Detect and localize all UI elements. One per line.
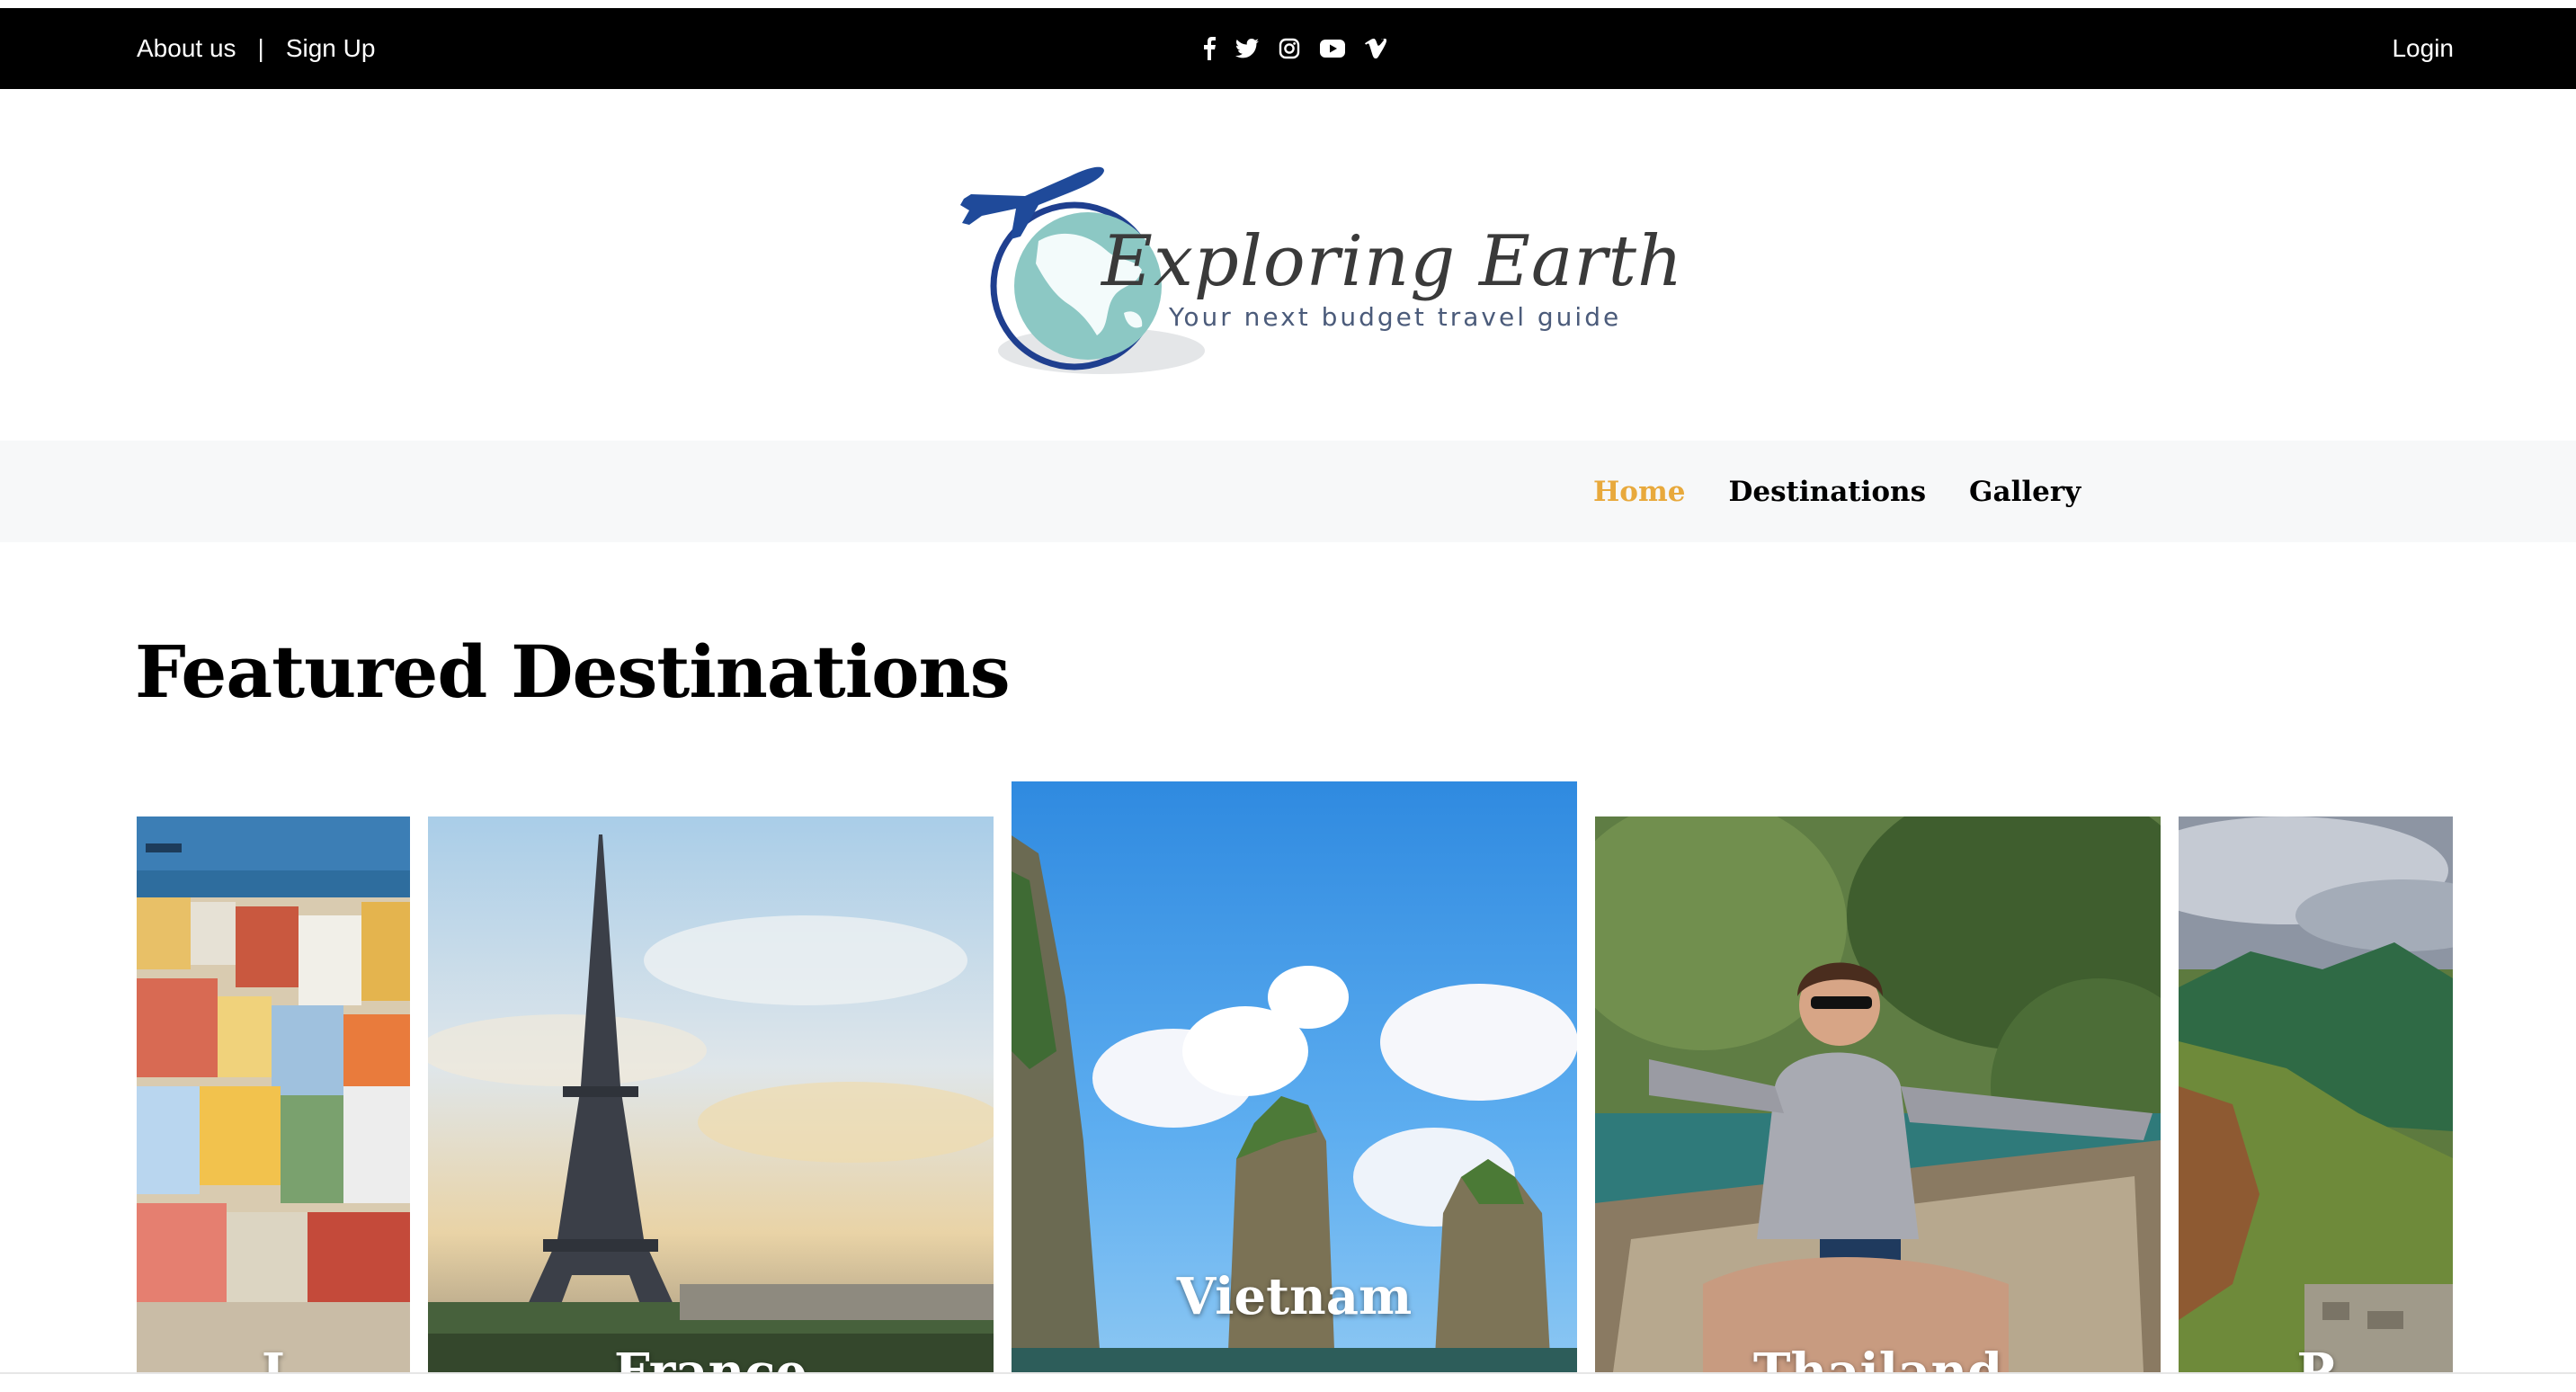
nav-item-destinations: Destinations [1729, 476, 1927, 508]
destination-label-5: P [2296, 1343, 2335, 1372]
destination-image [1595, 816, 2161, 1372]
top-bar: About us | Sign Up Login [0, 8, 2576, 89]
destination-card-vietnam[interactable]: Vietnam [1012, 781, 1577, 1372]
destination-label-thailand: Thailand [1752, 1343, 2003, 1372]
top-right: Login [2392, 8, 2454, 89]
destination-label-france: France [613, 1343, 807, 1372]
nav-item-gallery: Gallery [1969, 476, 2081, 508]
destination-image [137, 816, 410, 1372]
destination-card-5[interactable]: P [2179, 816, 2453, 1372]
twitter-icon[interactable] [1235, 39, 1259, 58]
facebook-icon[interactable] [1203, 37, 1216, 60]
nav-link-destinations[interactable]: Destinations [1729, 476, 1927, 508]
destination-image [2179, 816, 2453, 1372]
sign-up-link[interactable]: Sign Up [286, 34, 376, 63]
about-us-link[interactable]: About us [137, 34, 236, 63]
page-divider [0, 1372, 2576, 1374]
featured-destinations-heading: Featured Destinations [135, 629, 1011, 714]
destination-image [428, 816, 994, 1372]
site-tagline: Your next budget travel guide [1169, 302, 1622, 332]
destination-card-france[interactable]: France [428, 816, 994, 1372]
social-links [1203, 8, 1386, 89]
youtube-icon[interactable] [1320, 40, 1345, 58]
instagram-icon[interactable] [1279, 38, 1300, 59]
nav-link-gallery[interactable]: Gallery [1969, 476, 2081, 508]
nav-link-home[interactable]: Home [1593, 476, 1686, 508]
destination-card-1[interactable]: I [137, 816, 410, 1372]
top-links-separator: | [257, 34, 264, 62]
site-title: Exploring Earth [1101, 221, 1684, 302]
vimeo-icon[interactable] [1365, 39, 1386, 58]
destination-card-thailand[interactable]: Thailand [1595, 816, 2161, 1372]
site-logo[interactable]: Exploring Earth Your next budget travel … [953, 151, 1682, 385]
destination-label-1: I [261, 1343, 286, 1372]
login-link[interactable]: Login [2392, 34, 2454, 63]
destination-label-vietnam: Vietnam [1176, 1267, 1413, 1326]
nav-item-home: Home [1593, 476, 1686, 508]
top-links: About us | Sign Up [137, 8, 375, 89]
main-nav: Home Destinations Gallery [0, 441, 2576, 542]
